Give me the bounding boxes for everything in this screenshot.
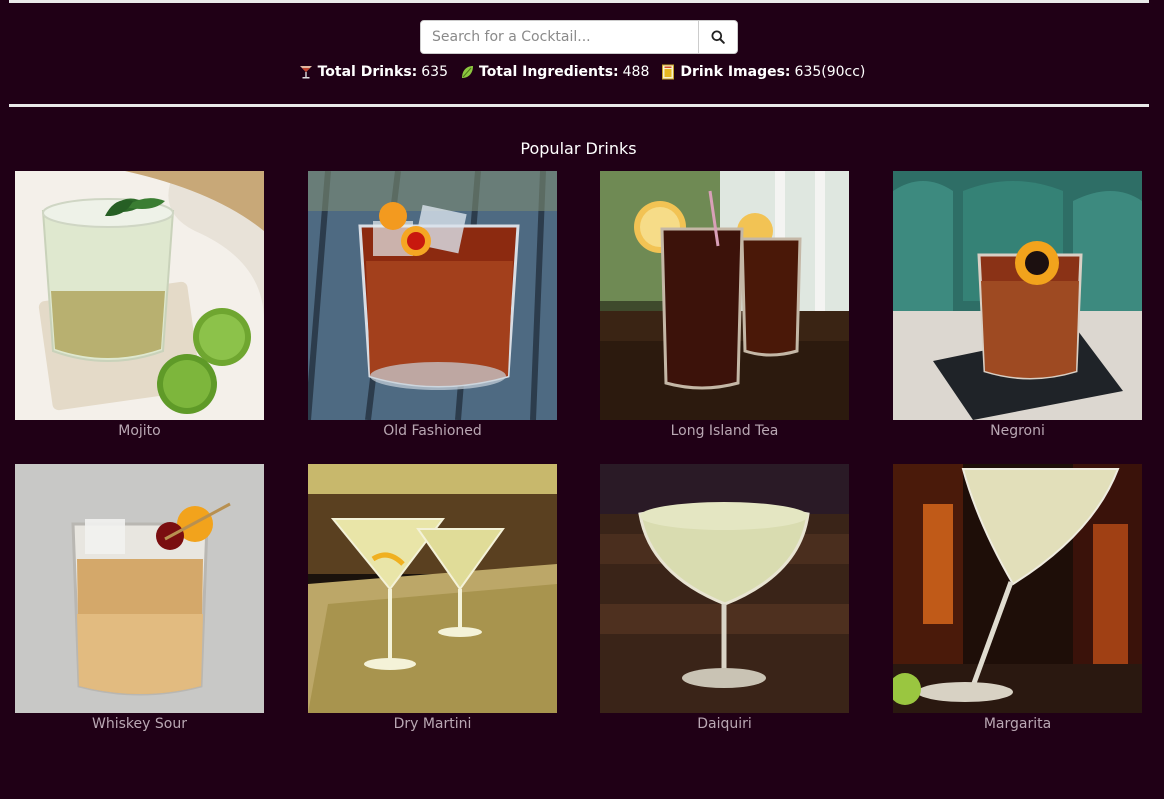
search-icon — [711, 30, 725, 44]
lime-leaf-icon — [462, 66, 473, 78]
stats-bar: Total Drinks: 635 Total Ingredients: 488… — [0, 64, 1164, 80]
total-drinks-label: Total Drinks: — [317, 64, 418, 80]
drink-name: Margarita — [983, 716, 1052, 732]
drink-name: Daiquiri — [697, 716, 752, 732]
total-drinks-value: 635 — [421, 64, 448, 80]
drink-card-mojito[interactable]: Mojito — [15, 171, 264, 439]
search-button[interactable] — [698, 21, 737, 53]
mojito-image — [15, 171, 264, 420]
dry-martini-image — [308, 464, 557, 713]
drink-name: Old Fashioned — [383, 423, 482, 439]
section-title: Popular Drinks — [520, 139, 637, 158]
drink-images-label: Drink Images: — [680, 64, 791, 80]
drink-name: Whiskey Sour — [92, 716, 187, 732]
drink-card-long-island-tea[interactable]: Long Island Tea — [600, 171, 849, 439]
cocktail-glass-icon — [299, 66, 312, 79]
top-divider — [9, 0, 1149, 3]
long-island-tea-image — [600, 171, 849, 420]
section-divider — [9, 104, 1149, 107]
stat-total-drinks: Total Drinks: 635 — [299, 64, 448, 80]
drink-images-value: 635(90cc) — [794, 64, 866, 80]
daiquiri-image — [600, 464, 849, 713]
total-ingredients-label: Total Ingredients: — [479, 64, 619, 80]
drink-name: Mojito — [118, 423, 161, 439]
drink-card-whiskey-sour[interactable]: Whiskey Sour — [15, 464, 264, 732]
drink-card-dry-martini[interactable]: Dry Martini — [308, 464, 557, 732]
stat-drink-images: Drink Images: 635(90cc) — [661, 64, 865, 80]
drink-card-margarita[interactable]: Margarita — [893, 464, 1142, 732]
drink-card-daiquiri[interactable]: Daiquiri — [600, 464, 849, 732]
stat-total-ingredients: Total Ingredients: 488 — [460, 64, 649, 80]
whiskey-sour-image — [15, 464, 264, 713]
search-bar — [420, 20, 738, 54]
drink-name: Negroni — [990, 423, 1045, 439]
drink-card-negroni[interactable]: Negroni — [893, 171, 1142, 439]
drink-name: Long Island Tea — [670, 423, 779, 439]
old-fashioned-image — [308, 171, 557, 420]
search-input[interactable] — [421, 21, 698, 53]
drink-card-old-fashioned[interactable]: Old Fashioned — [308, 171, 557, 439]
margarita-image — [893, 464, 1142, 713]
drink-name: Dry Martini — [393, 716, 472, 732]
drink-image-icon — [662, 64, 675, 80]
total-ingredients-value: 488 — [622, 64, 650, 80]
negroni-image — [893, 171, 1142, 420]
